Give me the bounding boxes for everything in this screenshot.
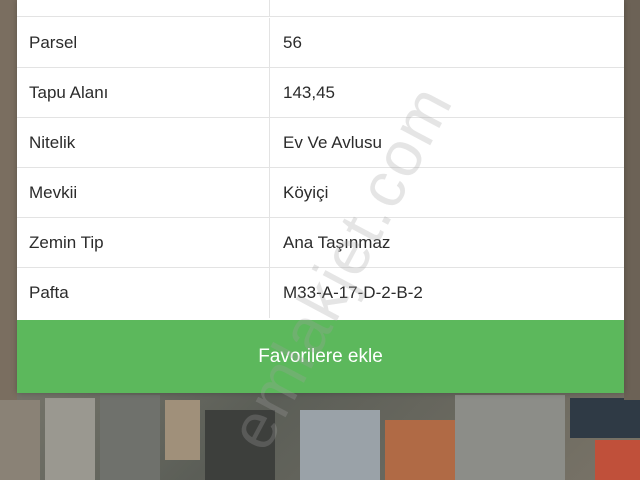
table-row: Mevkii Köyiçi bbox=[17, 168, 624, 218]
table-row: Pafta M33-A-17-D-2-B-2 bbox=[17, 268, 624, 318]
table-row: Nitelik Ev Ve Avlusu bbox=[17, 118, 624, 168]
row-value: 610 bbox=[283, 0, 311, 17]
row-value: 143,45 bbox=[283, 83, 335, 102]
row-label: Mevkii bbox=[29, 183, 78, 202]
row-label: Nitelik bbox=[29, 133, 76, 152]
row-value: Köyiçi bbox=[283, 183, 329, 202]
row-label: Pafta bbox=[29, 283, 69, 302]
row-label: Zemin Tip bbox=[29, 233, 104, 252]
table-row: Parsel 56 bbox=[17, 18, 624, 68]
row-value: 56 bbox=[283, 33, 302, 52]
add-to-favorites-button[interactable]: Favorilere ekle bbox=[17, 320, 624, 393]
row-label: Tapu Alanı bbox=[29, 83, 109, 102]
row-value: M33-A-17-D-2-B-2 bbox=[283, 283, 423, 302]
row-label: Ada bbox=[29, 0, 59, 17]
row-label: Parsel bbox=[29, 33, 78, 52]
table-row: Ada 610 bbox=[17, 0, 624, 17]
table-row: Tapu Alanı 143,45 bbox=[17, 68, 624, 118]
parcel-info-panel: Ada 610 Parsel 56 Tapu Alanı 143,45 Nite… bbox=[17, 0, 624, 393]
row-value: Ana Taşınmaz bbox=[283, 233, 391, 252]
row-value: Ev Ve Avlusu bbox=[283, 133, 382, 152]
table-row: Zemin Tip Ana Taşınmaz bbox=[17, 218, 624, 268]
